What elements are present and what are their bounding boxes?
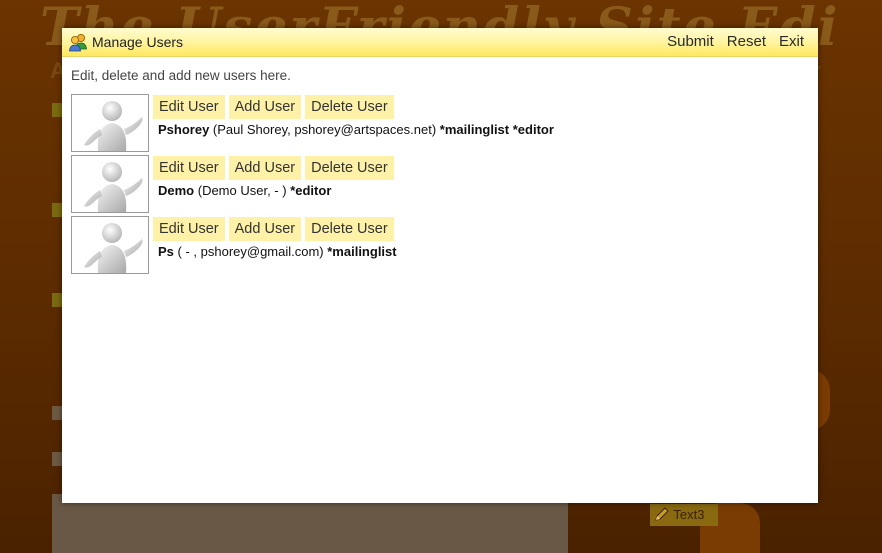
edit-user-button[interactable]: Edit User [153, 156, 225, 180]
text3-label: Text3 [673, 507, 705, 522]
user-username: Demo [158, 183, 195, 198]
edit-marker [52, 103, 62, 117]
submit-button[interactable]: Submit [667, 33, 714, 50]
user-silhouette-icon [71, 155, 149, 213]
dialog-header: Manage Users Submit Reset Exit [62, 28, 818, 57]
user-silhouette-icon [71, 216, 149, 274]
user-details: ( - , pshorey@gmail.com) [173, 244, 328, 259]
user-tags: *mailinglist *editor [439, 122, 554, 137]
exit-button[interactable]: Exit [779, 33, 804, 50]
dialog-actions: Submit Reset Exit [654, 33, 804, 50]
user-tags: *mailinglist [327, 244, 397, 259]
user-row: Edit User Add User Delete User Ps ( - , … [71, 216, 801, 274]
user-row-actions: Edit User Add User Delete User [153, 217, 398, 241]
user-details: (Paul Shorey, pshorey@artspaces.net) [209, 122, 440, 137]
users-icon [69, 34, 87, 52]
user-info: Demo (Demo User, - ) *editor [158, 183, 331, 198]
reset-button[interactable]: Reset [727, 33, 766, 50]
user-row: Edit User Add User Delete User Demo (Dem… [71, 155, 801, 213]
delete-user-button[interactable]: Delete User [305, 217, 394, 241]
delete-user-button[interactable]: Delete User [305, 156, 394, 180]
bg-input-field [52, 452, 62, 466]
text3-edit-button: Text3 [650, 504, 718, 526]
edit-user-button[interactable]: Edit User [153, 95, 225, 119]
user-row-actions: Edit User Add User Delete User [153, 156, 398, 180]
user-username: Ps [158, 244, 174, 259]
user-row: Edit User Add User Delete User Pshorey (… [71, 94, 801, 152]
user-details: (Demo User, - ) [194, 183, 291, 198]
dialog-title-group: Manage Users [68, 32, 183, 52]
edit-marker [52, 203, 62, 217]
add-user-button[interactable]: Add User [228, 95, 302, 119]
dialog-title: Manage Users [92, 34, 184, 50]
user-row-actions: Edit User Add User Delete User [153, 95, 398, 119]
delete-user-button[interactable]: Delete User [305, 95, 394, 119]
user-info: Ps ( - , pshorey@gmail.com) *mailinglist [158, 244, 397, 259]
manage-users-dialog: Manage Users Submit Reset Exit Edit, del… [62, 28, 818, 503]
pencil-icon [655, 507, 669, 521]
add-user-button[interactable]: Add User [228, 217, 302, 241]
dialog-instructions: Edit, delete and add new users here. [71, 68, 291, 83]
user-username: Pshorey [158, 122, 210, 137]
user-tags: *editor [290, 183, 332, 198]
user-info: Pshorey (Paul Shorey, pshorey@artspaces.… [158, 122, 554, 137]
edit-marker [52, 293, 62, 307]
bg-input-field [52, 406, 62, 420]
user-silhouette-icon [71, 94, 149, 152]
add-user-button[interactable]: Add User [228, 156, 302, 180]
edit-user-button[interactable]: Edit User [153, 217, 225, 241]
